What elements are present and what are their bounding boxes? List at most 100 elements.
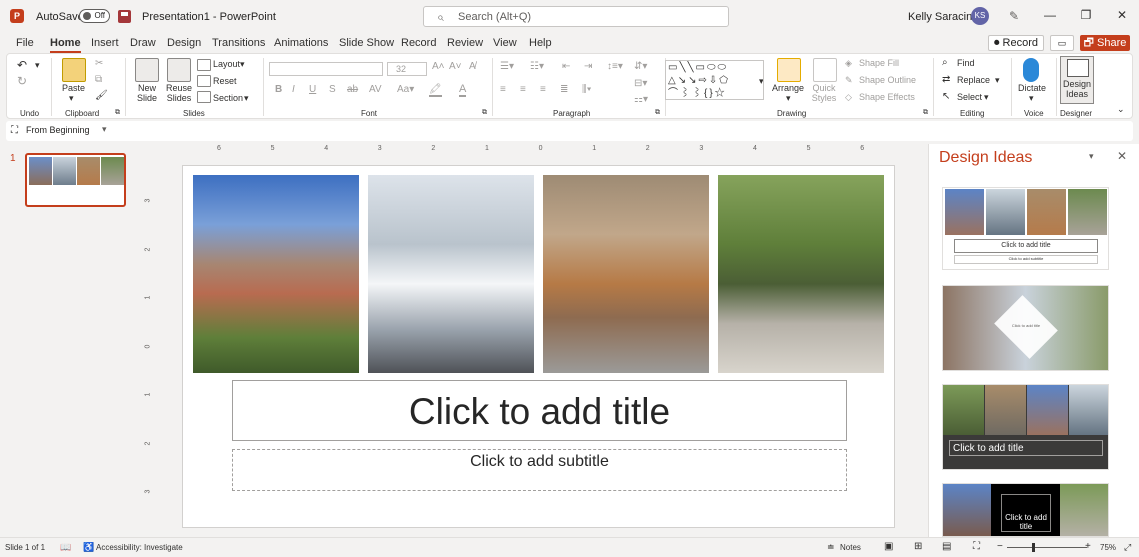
design-idea-3[interactable]: Click to add title <box>942 384 1109 470</box>
italic-icon[interactable]: I <box>292 84 295 95</box>
font-name-combo[interactable] <box>269 62 383 76</box>
select-button[interactable]: Select <box>957 92 982 102</box>
from-beginning-button[interactable]: From Beginning <box>26 125 90 135</box>
slide-photo-courtyard[interactable] <box>718 175 884 373</box>
tab-insert[interactable]: Insert <box>91 37 119 49</box>
tab-design[interactable]: Design <box>167 37 201 49</box>
design-idea-2[interactable]: Click to add title <box>942 285 1109 371</box>
reuse-slides-button[interactable]: Reuse Slides <box>163 83 195 103</box>
replace-button[interactable]: Replace <box>957 75 990 85</box>
bold-icon[interactable]: B <box>275 84 282 95</box>
clipboard-launcher-icon[interactable]: ⧉ <box>115 109 120 117</box>
search-input[interactable]: ⌕ Search (Alt+Q) <box>423 6 729 27</box>
slide-canvas[interactable]: Click to add title Click to add subtitle <box>182 165 895 528</box>
zoom-in-icon[interactable]: + <box>1085 541 1091 552</box>
vertical-ruler[interactable]: 3 2 1 0 1 2 3 <box>144 165 156 527</box>
find-button[interactable]: Find <box>957 58 975 68</box>
section-button[interactable]: Section <box>213 93 243 103</box>
decrease-indent-icon[interactable]: ⇤ <box>562 61 570 72</box>
shapes-gallery[interactable]: ▭╲╲▭⬭⬭ △↘↘⇨⇩⬠ ⌒⌇⌇{}☆ <box>665 60 764 100</box>
microphone-icon[interactable] <box>1023 58 1039 82</box>
undo-icon[interactable]: ↶ <box>17 58 27 72</box>
share-button[interactable]: 🗗 Share <box>1080 35 1130 51</box>
shape-effects-button[interactable]: Shape Effects <box>859 92 915 102</box>
shape-fill-button[interactable]: Shape Fill <box>859 58 899 68</box>
arrange-button[interactable]: Arrange <box>772 83 804 93</box>
line-spacing-icon[interactable]: ↕≡▾ <box>607 61 623 72</box>
replace-dropdown-icon[interactable]: ▾ <box>995 75 1000 86</box>
new-slide-icon[interactable] <box>135 58 159 82</box>
minimize-icon[interactable]: — <box>1041 8 1059 24</box>
layout-button[interactable]: Layout <box>213 59 240 69</box>
autosave-toggle[interactable]: Off <box>79 9 110 23</box>
section-dropdown-icon[interactable]: ▾ <box>244 93 249 104</box>
tab-slide-show[interactable]: Slide Show <box>339 37 394 49</box>
align-center-icon[interactable]: ≡ <box>520 84 526 95</box>
underline-icon[interactable]: U <box>309 84 316 95</box>
paragraph-launcher-icon[interactable]: ⧉ <box>655 109 660 117</box>
paste-button[interactable]: Paste <box>62 83 85 93</box>
reset-button[interactable]: Reset <box>213 76 237 86</box>
numbering-icon[interactable]: ☷▾ <box>530 61 544 72</box>
tab-record[interactable]: Record <box>401 37 436 49</box>
design-ideas-button[interactable]: Design Ideas <box>1060 56 1094 104</box>
font-size-combo[interactable]: 32 <box>387 62 427 76</box>
notes-button[interactable]: Notes <box>840 543 861 552</box>
change-case-icon[interactable]: Aa▾ <box>397 84 414 95</box>
paste-dropdown-icon[interactable]: ▾ <box>69 93 74 104</box>
layout-dropdown-icon[interactable]: ▾ <box>240 59 245 70</box>
collapse-ribbon-icon[interactable]: ⌄ <box>1117 104 1125 115</box>
tab-draw[interactable]: Draw <box>130 37 156 49</box>
slide-photo-lobby[interactable] <box>543 175 709 373</box>
shape-outline-button[interactable]: Shape Outline <box>859 75 916 85</box>
redo-icon[interactable]: ↻ <box>17 74 27 88</box>
zoom-slider[interactable] <box>1007 547 1087 548</box>
undo-dropdown-icon[interactable]: ▾ <box>35 60 40 71</box>
smartart-icon[interactable]: ⚏▾ <box>634 94 648 105</box>
design-idea-1[interactable]: Click to add title Click to add subtitle <box>942 187 1109 270</box>
horizontal-ruler[interactable]: 6 5 4 3 2 1 0 1 2 3 4 5 6 <box>182 144 895 156</box>
subtitle-placeholder[interactable]: Click to add subtitle <box>232 449 847 491</box>
drawing-launcher-icon[interactable]: ⧉ <box>923 109 928 117</box>
user-name[interactable]: Kelly Saracino <box>908 11 978 23</box>
pane-options-icon[interactable]: ▾ <box>1089 151 1094 162</box>
avatar[interactable]: KS <box>971 7 989 25</box>
slideshow-icon[interactable]: ⛶ <box>11 125 18 136</box>
record-button[interactable]: ⏺ Record <box>988 35 1044 51</box>
zoom-level[interactable]: 75% <box>1100 543 1116 552</box>
increase-indent-icon[interactable]: ⇥ <box>584 61 592 72</box>
design-idea-4[interactable]: Click to add title <box>942 483 1109 537</box>
arrange-dropdown-icon[interactable]: ▾ <box>786 93 791 104</box>
align-left-icon[interactable]: ≡ <box>500 84 506 95</box>
pane-close-icon[interactable]: ✕ <box>1117 149 1127 163</box>
quick-styles-icon[interactable] <box>813 58 837 82</box>
cut-icon[interactable]: ✂ <box>95 58 103 69</box>
customize-qat-icon[interactable]: ▾ <box>102 124 107 135</box>
strikethrough-icon[interactable]: ab <box>347 84 358 95</box>
bullets-icon[interactable]: ☰▾ <box>500 61 514 72</box>
notes-icon[interactable]: ≐ <box>827 542 835 553</box>
tab-file[interactable]: File <box>16 37 34 49</box>
new-slide-button[interactable]: New Slide <box>131 83 163 103</box>
select-dropdown-icon[interactable]: ▾ <box>984 92 989 103</box>
grow-font-icon[interactable]: A˄ <box>432 61 445 72</box>
align-text-icon[interactable]: ⊟▾ <box>634 78 647 89</box>
reading-view-icon[interactable]: ▤ <box>942 541 951 552</box>
paste-icon[interactable] <box>62 58 86 82</box>
fit-to-window-icon[interactable]: ⤢ <box>1124 542 1131 553</box>
reuse-slides-icon[interactable] <box>167 58 191 82</box>
dictate-dropdown-icon[interactable]: ▾ <box>1029 93 1034 104</box>
restore-icon[interactable]: ❐ <box>1077 8 1095 24</box>
font-color-icon[interactable]: A <box>459 83 467 97</box>
close-icon[interactable]: ✕ <box>1113 8 1131 24</box>
normal-view-icon[interactable]: ▣ <box>884 541 893 552</box>
shadow-icon[interactable]: S <box>329 84 336 95</box>
justify-icon[interactable]: ≣ <box>560 84 568 95</box>
accessibility-icon[interactable]: ♿ <box>83 542 94 553</box>
copy-icon[interactable]: ⧉ <box>95 74 102 85</box>
zoom-slider-thumb[interactable] <box>1032 543 1035 552</box>
format-painter-icon[interactable]: 🖌 <box>95 90 108 101</box>
title-placeholder[interactable]: Click to add title <box>232 380 847 441</box>
tab-review[interactable]: Review <box>447 37 483 49</box>
tab-view[interactable]: View <box>493 37 517 49</box>
